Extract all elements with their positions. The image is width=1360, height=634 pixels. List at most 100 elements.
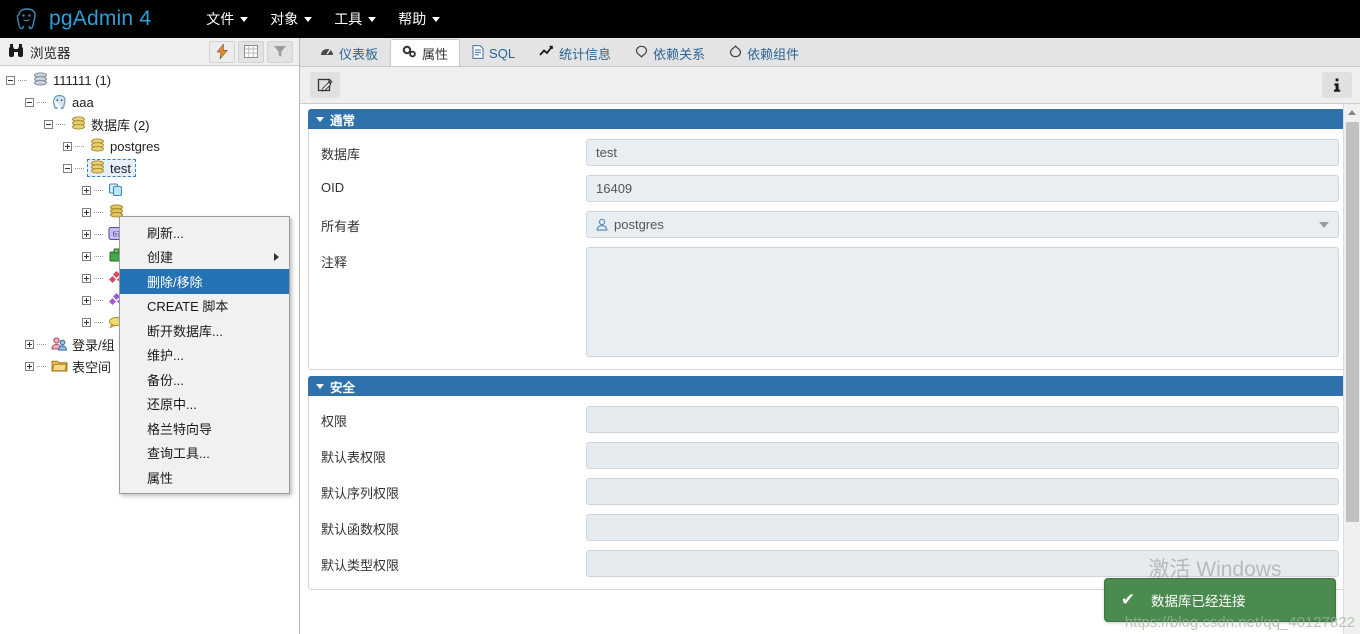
context-menu-label: 备份... — [147, 372, 184, 388]
tree-node[interactable]: 数据库 (2) — [0, 113, 299, 135]
expand-icon[interactable] — [82, 229, 91, 239]
security-section-body: 权限 默认表权限 默认序列权限 默认函数权限 默认类型权限 — [308, 396, 1352, 590]
scroll-up-arrow[interactable] — [1344, 104, 1360, 121]
menu-file[interactable]: 文件 — [197, 5, 257, 33]
comment-field[interactable] — [586, 247, 1339, 357]
tree-node-label: 登录/组 — [72, 337, 115, 353]
dashboard-icon — [320, 45, 334, 61]
filter-button[interactable] — [267, 40, 293, 63]
tab-5[interactable]: 依赖关系 — [623, 39, 717, 66]
notification-toast[interactable]: ✔ 数据库已经连接 — [1104, 578, 1336, 622]
tree-connector — [37, 365, 46, 367]
menu-tools[interactable]: 工具 — [325, 5, 385, 33]
panel-toolbar — [300, 67, 1360, 104]
ctx-create[interactable]: 创建 — [120, 245, 289, 270]
check-icon: ✔ — [1120, 590, 1136, 609]
form-row: 默认表权限 — [321, 442, 1339, 469]
user-role-icon — [596, 218, 608, 231]
postgresql-elephant-icon — [14, 6, 40, 32]
view-data-button[interactable] — [238, 40, 264, 63]
browser-panel: 浏览器 111111 (1) aaa 数据库 (2) postgres test… — [0, 38, 300, 634]
edit-button[interactable] — [310, 72, 340, 98]
ctx-create-script[interactable]: CREATE 脚本 — [120, 294, 289, 319]
tab-label: 依赖组件 — [747, 46, 800, 62]
tree-connector — [37, 343, 46, 345]
chevron-down-icon — [432, 16, 441, 22]
default-sequence-privileges-field[interactable] — [586, 478, 1339, 505]
collapse-icon[interactable] — [6, 75, 15, 85]
tab-3[interactable]: SQL — [460, 39, 527, 66]
server-elephant-icon — [51, 94, 68, 110]
casts-icon — [108, 182, 125, 198]
tab-2[interactable]: 属性 — [390, 39, 461, 66]
ctx-refresh[interactable]: 刷新... — [120, 220, 289, 245]
tree-node[interactable]: postgres — [0, 135, 299, 157]
tree-node-content: 表空间 — [49, 356, 116, 377]
tab-6[interactable]: 依赖组件 — [717, 39, 811, 66]
tab-1[interactable]: 仪表板 — [308, 39, 390, 66]
context-menu-label: 删除/移除 — [147, 274, 203, 290]
ctx-grant-wizard[interactable]: 格兰特向导 — [120, 416, 289, 441]
ctx-disconnect-database[interactable]: 断开数据库... — [120, 318, 289, 343]
database-icon — [89, 138, 106, 154]
general-section-title: 通常 — [330, 113, 356, 128]
login-group-roles-icon — [51, 336, 68, 352]
ctx-delete-drop[interactable]: 删除/移除 — [120, 269, 289, 294]
tree-node-label: 表空间 — [72, 359, 112, 375]
tree-node-label: test — [110, 160, 131, 176]
expand-icon[interactable] — [82, 317, 91, 327]
tree-node[interactable]: test — [0, 157, 299, 179]
ctx-maintenance[interactable]: 维护... — [120, 343, 289, 368]
default-function-privileges-label: 默认函数权限 — [321, 522, 400, 537]
tree-connector — [94, 321, 103, 323]
query-tool-button[interactable] — [209, 40, 235, 63]
oid-field[interactable]: 16409 — [586, 175, 1339, 202]
scrollbar-thumb[interactable] — [1346, 122, 1359, 522]
tree-node-content: aaa — [49, 93, 99, 111]
expand-icon[interactable] — [82, 295, 91, 305]
expand-icon[interactable] — [82, 273, 91, 283]
privileges-field[interactable] — [586, 406, 1339, 433]
owner-field[interactable]: postgres — [586, 211, 1339, 238]
form-row: 默认函数权限 — [321, 514, 1339, 541]
browser-header-title: 浏览器 — [30, 45, 71, 61]
tab-4[interactable]: 统计信息 — [527, 39, 623, 66]
info-button[interactable] — [1322, 72, 1352, 98]
main-body: 浏览器 111111 (1) aaa 数据库 (2) postgres test… — [0, 38, 1360, 634]
expand-icon[interactable] — [63, 141, 72, 151]
tree-connector — [37, 101, 46, 103]
collapse-icon[interactable] — [63, 163, 72, 173]
general-section-header[interactable]: 通常 — [308, 109, 1352, 129]
menu-object[interactable]: 对象 — [261, 5, 321, 33]
tree-node[interactable] — [0, 179, 299, 201]
expand-icon[interactable] — [82, 207, 91, 217]
tree-node[interactable]: aaa — [0, 91, 299, 113]
context-menu[interactable]: 刷新... 创建删除/移除 CREATE 脚本 断开数据库... 维护... 备份... 还… — [119, 216, 290, 494]
tab-label: SQL — [489, 45, 516, 61]
security-section-title: 安全 — [330, 380, 356, 395]
ctx-restore[interactable]: 还原中... — [120, 392, 289, 417]
default-function-privileges-field[interactable] — [586, 514, 1339, 541]
expand-icon[interactable] — [82, 251, 91, 261]
chevron-down-icon — [240, 16, 249, 22]
tree-connector — [56, 123, 65, 125]
security-section-header[interactable]: 安全 — [308, 376, 1352, 396]
ctx-properties[interactable]: 属性 — [120, 465, 289, 490]
database-field[interactable]: test — [586, 139, 1339, 166]
ctx-backup[interactable]: 备份... — [120, 367, 289, 392]
tree-node[interactable]: 111111 (1) — [0, 69, 299, 91]
binoculars-icon — [8, 43, 24, 61]
collapse-icon[interactable] — [25, 97, 34, 107]
owner-label: 所有者 — [321, 219, 361, 234]
expand-icon[interactable] — [25, 361, 34, 371]
collapse-icon[interactable] — [44, 119, 53, 129]
expand-icon[interactable] — [25, 339, 34, 349]
default-type-privileges-field[interactable] — [586, 550, 1339, 577]
context-menu-label: 查询工具... — [147, 446, 210, 462]
tab-bar[interactable]: 仪表板 属性 SQL 统计信息 依赖关系 依赖组件 — [300, 38, 1360, 67]
expand-icon[interactable] — [82, 185, 91, 195]
default-table-privileges-field[interactable] — [586, 442, 1339, 469]
menu-help[interactable]: 帮助 — [389, 5, 449, 33]
ctx-query-tool[interactable]: 查询工具... — [120, 441, 289, 466]
vertical-scrollbar[interactable] — [1343, 104, 1360, 634]
